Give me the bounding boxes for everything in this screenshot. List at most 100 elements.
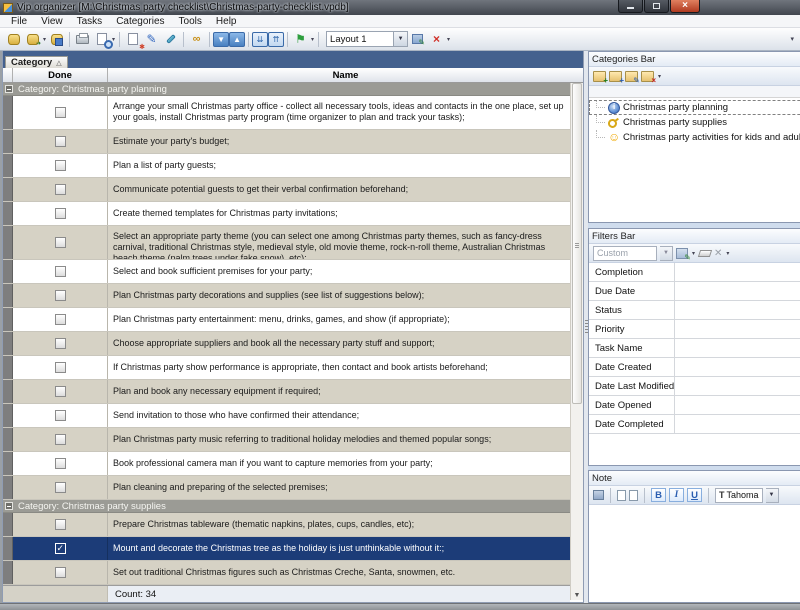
category-tree-item[interactable]: Christmas party planning 16 16	[589, 100, 800, 115]
column-header-done[interactable]: Done	[13, 68, 108, 82]
category-group-row[interactable]: Category: Christmas party planning	[3, 83, 570, 96]
font-combo[interactable]: T Tahoma	[715, 488, 763, 503]
layout-combo[interactable]: Layout 1	[326, 31, 394, 47]
done-cell[interactable]	[13, 404, 108, 427]
collapse-all-icon[interactable]: ⇈	[268, 32, 284, 47]
close-button[interactable]: ×	[670, 0, 700, 13]
view-task-icon[interactable]: ∞	[187, 31, 206, 48]
toolbar-overflow-icon[interactable]: ▾	[790, 35, 796, 43]
done-cell[interactable]	[13, 96, 108, 129]
filter-value-field[interactable]	[675, 415, 800, 433]
task-name-cell[interactable]: Plan Christmas party decorations and sup…	[108, 284, 570, 307]
task-row[interactable]: Plan Christmas party decorations and sup…	[3, 284, 570, 308]
done-cell[interactable]	[13, 356, 108, 379]
done-checkbox[interactable]	[55, 362, 66, 373]
done-cell[interactable]	[13, 452, 108, 475]
task-row[interactable]: Plan Christmas party music referring to …	[3, 428, 570, 452]
task-name-cell[interactable]: Send invitation to those who have confir…	[108, 404, 570, 427]
menu-item[interactable]: Categories	[109, 16, 171, 27]
done-checkbox[interactable]	[55, 237, 66, 248]
task-row[interactable]: Arrange your small Christmas party offic…	[3, 96, 570, 130]
print-preview-icon[interactable]	[92, 31, 111, 48]
minimize-button[interactable]	[618, 0, 643, 13]
bold-button[interactable]: B	[651, 488, 666, 502]
done-checkbox[interactable]	[55, 543, 66, 554]
filters-more-icon[interactable]: ▾	[726, 250, 729, 257]
underline-button[interactable]: U	[687, 488, 702, 502]
done-cell[interactable]	[13, 476, 108, 499]
edit-task-icon[interactable]: ✎	[142, 31, 161, 48]
done-cell[interactable]	[13, 513, 108, 536]
task-name-cell[interactable]: Plan Christmas party music referring to …	[108, 428, 570, 451]
task-name-cell[interactable]: Estimate your party's budget;	[108, 130, 570, 153]
task-name-cell[interactable]: Arrange your small Christmas party offic…	[108, 96, 570, 129]
done-checkbox[interactable]	[55, 266, 66, 277]
open-dropdown-icon[interactable]: ▾	[43, 36, 46, 43]
task-row[interactable]: Plan and book any necessary equipment if…	[3, 380, 570, 404]
filter-value-field[interactable]	[675, 320, 800, 338]
task-name-cell[interactable]: Plan Christmas party entertainment: menu…	[108, 308, 570, 331]
titlebar[interactable]: Vip organizer [M:\Christmas party checkl…	[0, 0, 800, 15]
filter-value-field[interactable]	[675, 263, 800, 281]
done-checkbox[interactable]	[55, 482, 66, 493]
done-cell[interactable]	[13, 226, 108, 259]
column-header-name[interactable]: Name	[108, 68, 583, 82]
task-row[interactable]: Send invitation to those who have confir…	[3, 404, 570, 428]
task-name-cell[interactable]: Select and book sufficient premises for …	[108, 260, 570, 283]
task-name-cell[interactable]: Book professional camera man if you want…	[108, 452, 570, 475]
task-name-cell[interactable]: Plan cleaning and preparing of the selec…	[108, 476, 570, 499]
done-checkbox[interactable]	[55, 567, 66, 578]
task-name-cell[interactable]: Mount and decorate the Christmas tree as…	[108, 537, 570, 560]
task-name-cell[interactable]: If Christmas party show performance is a…	[108, 356, 570, 379]
collapse-group-icon[interactable]	[5, 502, 13, 510]
new-task-icon[interactable]	[123, 31, 142, 48]
note-editor[interactable]	[589, 505, 800, 602]
menu-item[interactable]: Help	[209, 16, 244, 27]
task-name-cell[interactable]: Communicate potential guests to get thei…	[108, 178, 570, 201]
task-name-cell[interactable]: Plan and book any necessary equipment if…	[108, 380, 570, 403]
done-checkbox[interactable]	[55, 338, 66, 349]
filter-value-field[interactable]	[675, 339, 800, 357]
menu-item[interactable]: File	[4, 16, 34, 27]
task-row[interactable]: Book professional camera man if you want…	[3, 452, 570, 476]
task-row[interactable]: If Christmas party show performance is a…	[3, 356, 570, 380]
new-category-icon[interactable]	[593, 71, 606, 82]
done-checkbox[interactable]	[55, 386, 66, 397]
menu-item[interactable]: Tasks	[70, 16, 110, 27]
filter-value-field[interactable]	[675, 377, 800, 395]
done-cell[interactable]	[13, 332, 108, 355]
task-row[interactable]: Plan cleaning and preparing of the selec…	[3, 476, 570, 500]
copy-icon[interactable]	[629, 490, 638, 501]
done-checkbox[interactable]	[55, 160, 66, 171]
done-cell[interactable]	[13, 380, 108, 403]
filter-preset-arrow[interactable]: ▼	[660, 246, 673, 261]
task-row[interactable]: Plan Christmas party entertainment: menu…	[3, 308, 570, 332]
done-cell[interactable]	[13, 178, 108, 201]
task-row[interactable]: Plan a list of party guests;	[3, 154, 570, 178]
done-cell[interactable]	[13, 130, 108, 153]
done-cell[interactable]	[13, 202, 108, 225]
filter-value-field[interactable]	[675, 282, 800, 300]
done-cell[interactable]	[13, 154, 108, 177]
task-name-cell[interactable]: Choose appropriate suppliers and book al…	[108, 332, 570, 355]
task-row[interactable]: Mount and decorate the Christmas tree as…	[3, 537, 570, 561]
categories-more-icon[interactable]: ▾	[658, 73, 661, 80]
task-name-cell[interactable]: Select an appropriate party theme (you c…	[108, 226, 570, 259]
task-row[interactable]: Communicate potential guests to get thei…	[3, 178, 570, 202]
task-row[interactable]: Create themed templates for Christmas pa…	[3, 202, 570, 226]
delete-filter-icon[interactable]: ✕	[714, 248, 722, 259]
save-database-icon[interactable]	[47, 31, 66, 48]
done-checkbox[interactable]	[55, 410, 66, 421]
go-green-icon[interactable]: ⚑	[291, 31, 310, 48]
task-name-cell[interactable]: Plan a list of party guests;	[108, 154, 570, 177]
italic-button[interactable]: I	[669, 488, 684, 502]
save-layout-icon[interactable]	[408, 31, 427, 48]
done-checkbox[interactable]	[55, 107, 66, 118]
done-checkbox[interactable]	[55, 136, 66, 147]
done-checkbox[interactable]	[55, 519, 66, 530]
task-row[interactable]: Prepare Christmas tableware (thematic na…	[3, 513, 570, 537]
save-note-icon[interactable]	[593, 490, 604, 500]
done-checkbox[interactable]	[55, 184, 66, 195]
task-name-cell[interactable]: Set out traditional Christmas figures su…	[108, 561, 570, 584]
new-database-icon[interactable]	[4, 31, 23, 48]
